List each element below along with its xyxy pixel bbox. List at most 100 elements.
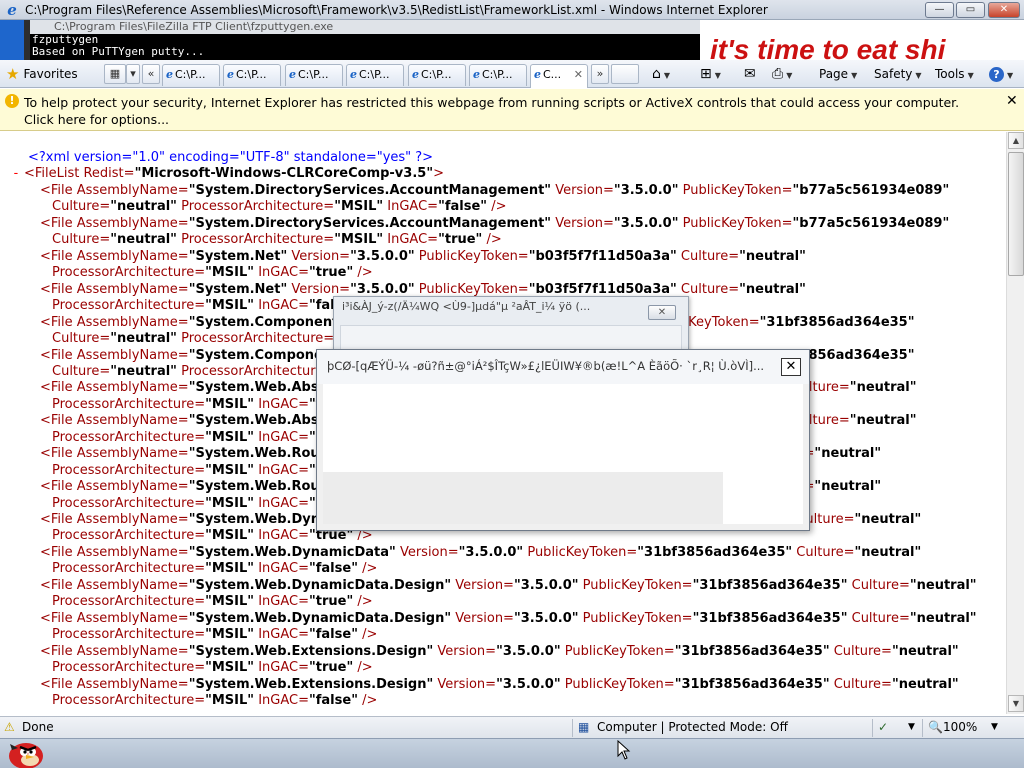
xml-file-element-continued: ProcessorArchitecture="MSIL" InGAC="fals… bbox=[52, 627, 377, 643]
browser-tab[interactable]: e C:\P... bbox=[469, 64, 527, 86]
xml-token: Culture= bbox=[52, 232, 111, 247]
quick-tabs-icon[interactable]: ▦ bbox=[104, 64, 126, 84]
minimize-button[interactable]: — bbox=[925, 2, 954, 18]
xml-token: <File bbox=[40, 315, 77, 330]
xml-token: AssemblyName= bbox=[76, 545, 189, 560]
browser-tab[interactable]: e C:\P... bbox=[223, 64, 281, 86]
feeds-icon[interactable]: ⊞ ▼ bbox=[700, 65, 721, 83]
command-bar: ★ Favorites ▦ ▾ « e C:\P... e C:\P... e C:\… bbox=[0, 60, 1024, 88]
scroll-tabs-right-icon[interactable]: » bbox=[591, 64, 609, 84]
favorites-star-icon: ★ bbox=[6, 65, 20, 83]
xml-token: Culture= bbox=[676, 282, 740, 297]
scrollbar-thumb[interactable] bbox=[1008, 152, 1024, 276]
security-warning-icon: ! bbox=[5, 94, 19, 108]
browser-tab[interactable]: e C:\P... bbox=[285, 64, 343, 86]
xml-token: ProcessorArchitecture= bbox=[52, 561, 206, 576]
tab-list-dropdown-icon[interactable]: ▾ bbox=[126, 64, 140, 84]
xml-token: /> bbox=[357, 561, 378, 576]
xml-token: "System.Web.DynamicData.Design" bbox=[188, 611, 452, 626]
xml-token: "MSIL" bbox=[205, 463, 255, 478]
xml-file-element-continued: ProcessorArchitecture="MSIL" InGAC="fals… bbox=[52, 561, 377, 577]
vertical-scrollbar[interactable]: ▲ ▼ bbox=[1006, 132, 1024, 714]
xml-token: ProcessorArchitecture= bbox=[52, 627, 206, 642]
security-zone-text[interactable]: Computer | Protected Mode: Off bbox=[597, 720, 788, 734]
tools-menu[interactable]: Tools ▼ bbox=[935, 65, 974, 83]
close-window-button[interactable]: ✕ bbox=[988, 2, 1020, 18]
read-mail-icon[interactable]: ✉ bbox=[744, 65, 756, 83]
favorites-button[interactable]: ★ Favorites bbox=[6, 65, 78, 83]
xml-token: "false" bbox=[308, 561, 358, 576]
scroll-up-icon[interactable]: ▲ bbox=[1008, 132, 1024, 149]
xml-token: AssemblyName= bbox=[76, 611, 189, 626]
xml-file-element: <File AssemblyName="System.Web.Extension… bbox=[40, 677, 959, 693]
xml-token: InGAC= bbox=[254, 496, 309, 511]
xml-token: "MSIL" bbox=[334, 199, 384, 214]
information-bar-message[interactable]: To help protect your security, Internet … bbox=[24, 94, 984, 128]
xml-token: "System.Web.Extensions.Design" bbox=[188, 677, 434, 692]
console-window-body[interactable]: fzputtygen Based on PuTTYgen putty... bbox=[30, 34, 700, 60]
xml-token: "3.5.0.0" bbox=[513, 611, 579, 626]
status-text: Done bbox=[22, 720, 54, 734]
xml-token: "neutral" bbox=[854, 545, 922, 560]
xml-token: "true" bbox=[308, 594, 354, 609]
xml-token: ProcessorArchitecture= bbox=[52, 265, 206, 280]
maximize-button[interactable]: ▭ bbox=[956, 2, 985, 18]
new-tab-button[interactable] bbox=[611, 64, 639, 84]
angry-bird-icon[interactable] bbox=[4, 734, 48, 768]
xml-token: /> bbox=[357, 693, 378, 708]
garbled-dialog-front[interactable]: þCØ-[qÆÝÜ-¼ -øü?ñ±@°iÁ²$ÎTçW»£¿lEÜIW¥®b(… bbox=[316, 349, 810, 531]
xml-token: "neutral" bbox=[849, 380, 917, 395]
xml-token: InGAC= bbox=[383, 199, 439, 214]
xml-token: "false" bbox=[308, 693, 358, 708]
safety-menu[interactable]: Safety ▼ bbox=[874, 65, 922, 83]
status-separator bbox=[572, 719, 573, 737]
xml-token: "3.5.0.0" bbox=[350, 249, 415, 264]
protected-mode-dropdown-icon[interactable]: ▼ bbox=[908, 722, 915, 732]
internet-explorer-icon: e bbox=[7, 1, 17, 19]
ie-tab-icon: e bbox=[227, 68, 234, 81]
xml-token: AssemblyName= bbox=[76, 183, 189, 198]
xml-token: Version= bbox=[287, 249, 351, 264]
xml-token: <File bbox=[40, 611, 77, 626]
xml-token: Culture= bbox=[847, 578, 910, 593]
xml-token: "neutral" bbox=[854, 512, 922, 527]
console-line: Based on PuTTYgen putty... bbox=[32, 45, 205, 58]
scroll-down-icon[interactable]: ▼ bbox=[1008, 695, 1024, 712]
protected-mode-icon[interactable]: ✓ bbox=[878, 720, 888, 734]
xml-token: "System.Web.Extensions.Design" bbox=[188, 644, 434, 659]
xml-token: <File bbox=[40, 446, 77, 461]
xml-token: /> bbox=[357, 627, 378, 642]
print-icon[interactable]: ⎙ ▼ bbox=[772, 65, 792, 83]
xml-file-element-continued: ProcessorArchitecture="MSIL" InGAC="fals… bbox=[52, 693, 377, 709]
browser-tab-active[interactable]: e C... ✕ bbox=[530, 64, 588, 88]
xml-token: ProcessorArchitecture= bbox=[52, 528, 206, 543]
xml-token: <File bbox=[40, 578, 77, 593]
browser-tab[interactable]: e C:\P... bbox=[346, 64, 404, 86]
close-dialog-back-button[interactable]: ✕ bbox=[648, 305, 676, 320]
zoom-dropdown-icon[interactable]: ▼ bbox=[991, 722, 998, 732]
xml-token: PublicKeyToken= bbox=[523, 545, 638, 560]
xml-token: PublicKeyToken= bbox=[560, 644, 675, 659]
zoom-level[interactable]: 100% bbox=[943, 720, 977, 734]
browser-tab[interactable]: e C:\P... bbox=[408, 64, 466, 86]
ie-tab-icon: e bbox=[534, 68, 541, 81]
xml-token: Version= bbox=[451, 578, 514, 593]
information-bar[interactable]: ! To help protect your security, Interne… bbox=[0, 89, 1024, 131]
xml-token: "31bf3856ad364e35" bbox=[674, 677, 830, 692]
console-window-title[interactable]: C:\Program Files\FileZilla FTP Client\fz… bbox=[30, 20, 700, 34]
help-menu[interactable]: ? ▼ bbox=[989, 65, 1013, 83]
scroll-tabs-left-icon[interactable]: « bbox=[142, 64, 160, 84]
home-icon[interactable]: ⌂ ▼ bbox=[652, 65, 670, 83]
xml-token: /> bbox=[353, 660, 373, 675]
close-dialog-front-button[interactable]: ✕ bbox=[781, 358, 801, 376]
xml-token: "MSIL" bbox=[205, 265, 255, 280]
xml-token: "MSIL" bbox=[205, 561, 255, 576]
browser-tab[interactable]: e C:\P... bbox=[162, 64, 220, 86]
xml-token: "MSIL" bbox=[205, 430, 255, 445]
page-menu[interactable]: Page ▼ bbox=[819, 65, 857, 83]
close-information-bar-icon[interactable]: ✕ bbox=[1006, 93, 1018, 109]
xml-token: <File bbox=[40, 512, 77, 527]
xml-token: "true" bbox=[308, 660, 354, 675]
close-tab-icon[interactable]: ✕ bbox=[574, 65, 583, 85]
collapse-node-toggle[interactable]: - bbox=[12, 166, 20, 181]
